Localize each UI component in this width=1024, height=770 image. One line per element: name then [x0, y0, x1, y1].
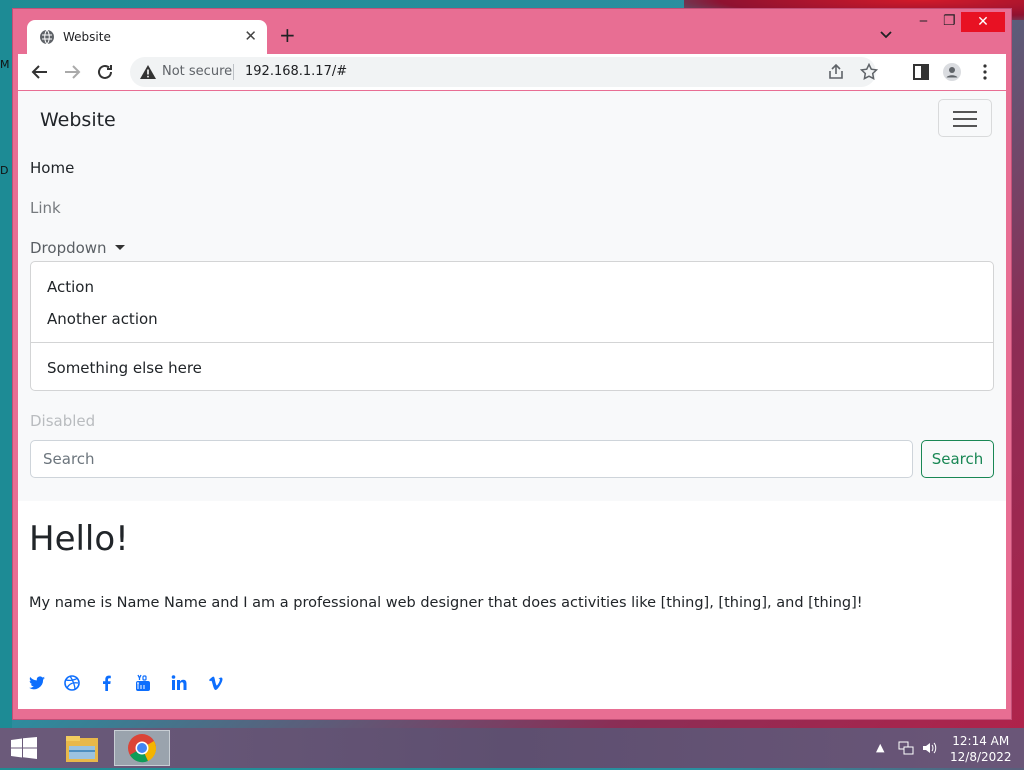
nav-home[interactable]: Home	[30, 159, 74, 177]
chrome-taskbar-icon[interactable]	[114, 730, 170, 766]
clock-time: 12:14 AM	[952, 734, 1010, 748]
clock-date: 12/8/2022	[950, 750, 1012, 764]
address-divider	[233, 64, 234, 80]
hamburger-icon	[953, 111, 977, 113]
search-input[interactable]: Search	[30, 440, 913, 478]
youtube-icon[interactable]	[134, 674, 152, 692]
share-icon[interactable]	[827, 63, 845, 81]
nav-dropdown-toggle[interactable]: Dropdown	[30, 239, 125, 257]
tray-overflow-icon[interactable]: ▲	[876, 741, 884, 754]
nav-disabled: Disabled	[30, 412, 96, 430]
browser-toolbar: Not secure 192.168.1.17/#	[18, 54, 1006, 90]
twitter-icon[interactable]	[28, 674, 46, 692]
dropdown-item-another-action[interactable]: Another action	[47, 310, 158, 328]
more-menu-icon[interactable]	[976, 63, 994, 81]
page-heading: Hello!	[29, 519, 129, 559]
desktop-edge	[0, 0, 12, 728]
system-clock[interactable]: 12:14 AM 12/8/2022	[950, 733, 1012, 765]
tab-title: Website	[63, 30, 111, 44]
dropdown-divider	[31, 342, 993, 343]
volume-icon[interactable]	[921, 740, 937, 756]
hamburger-icon	[953, 118, 977, 120]
warning-icon[interactable]	[140, 65, 156, 79]
maximize-button[interactable]: ❐	[943, 13, 956, 29]
navbar-toggler-button[interactable]	[938, 99, 992, 137]
navbar-brand[interactable]: Website	[40, 109, 116, 131]
navbar: Website Home Link Dropdown Action Anothe…	[18, 91, 1006, 501]
new-tab-button[interactable]: +	[279, 25, 296, 45]
globe-icon	[40, 29, 54, 45]
nav-link[interactable]: Link	[30, 199, 61, 217]
windows-start-icon[interactable]	[10, 737, 38, 759]
url-text[interactable]: 192.168.1.17/#	[245, 64, 347, 79]
dribbble-icon[interactable]	[63, 674, 81, 692]
caret-down-icon	[114, 245, 125, 250]
chevron-down-icon[interactable]	[879, 27, 893, 41]
browser-window: Website ✕ + ‒ ❐ ✕ Not secure 192.168.1.1…	[12, 8, 1012, 720]
security-status[interactable]: Not secure	[162, 64, 232, 79]
window-close-button[interactable]: ✕	[961, 12, 1005, 32]
dropdown-menu: Action Another action Something else her…	[30, 261, 994, 391]
browser-tab[interactable]: Website ✕	[27, 20, 267, 54]
file-explorer-taskbar-icon[interactable]	[54, 730, 110, 766]
profile-avatar-icon[interactable]	[943, 63, 961, 81]
dropdown-label: Dropdown	[30, 239, 107, 257]
back-icon[interactable]	[30, 62, 50, 82]
taskbar: ▲ 12:14 AM 12/8/2022	[0, 728, 1024, 768]
reload-icon[interactable]	[95, 62, 115, 82]
facebook-icon[interactable]	[98, 674, 116, 692]
side-panel-icon[interactable]	[912, 63, 930, 81]
desktop-icon-letter: M	[0, 58, 10, 71]
bookmark-star-icon[interactable]	[860, 63, 878, 81]
forward-icon[interactable]	[62, 62, 82, 82]
hamburger-icon	[953, 125, 977, 127]
dropdown-item-something-else[interactable]: Something else here	[47, 359, 202, 377]
bio-paragraph: My name is Name Name and I am a professi…	[29, 595, 863, 611]
page-viewport: Website Home Link Dropdown Action Anothe…	[18, 91, 1006, 709]
close-tab-icon[interactable]: ✕	[244, 28, 257, 44]
linkedin-icon[interactable]	[170, 674, 188, 692]
address-bar[interactable]: Not secure 192.168.1.17/#	[130, 57, 878, 87]
vimeo-icon[interactable]	[208, 674, 226, 692]
minimize-button[interactable]: ‒	[919, 13, 928, 29]
search-button[interactable]: Search	[921, 440, 994, 478]
desktop-icon-letter: D	[0, 164, 9, 177]
network-icon[interactable]	[898, 740, 914, 756]
dropdown-item-action[interactable]: Action	[47, 278, 94, 296]
